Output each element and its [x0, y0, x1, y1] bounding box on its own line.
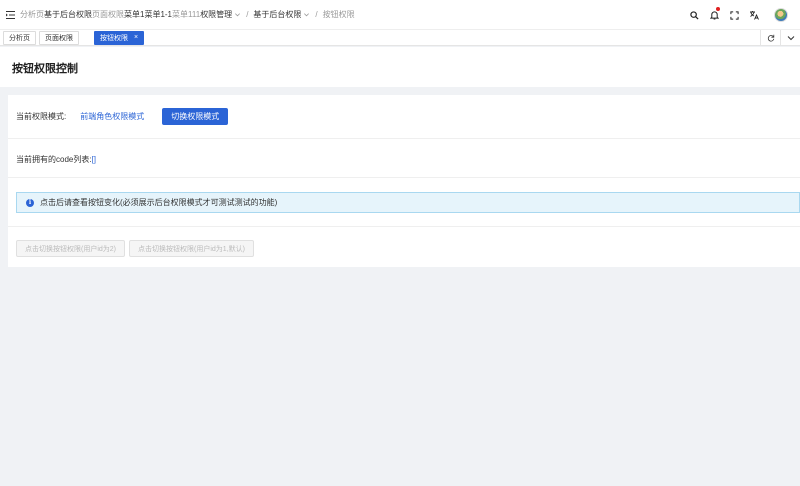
breadcrumb-item-analysis[interactable]: 分析页	[20, 9, 44, 20]
menu-fold-icon[interactable]	[0, 0, 20, 30]
divider	[8, 138, 800, 139]
fullscreen-icon[interactable]	[724, 0, 744, 30]
permission-mode-value: 前端角色权限模式	[80, 112, 145, 121]
bell-icon[interactable]	[704, 0, 724, 30]
tab-bar: 分析页 页面权限 按钮权限 ×	[0, 30, 800, 46]
info-alert: i 点击后请查看按钮变化(必须展示后台权限模式才可测试测试的功能)	[16, 192, 800, 213]
codes-row: 当前拥有的code列表: []	[16, 154, 96, 165]
header-actions	[684, 0, 788, 30]
codes-label: 当前拥有的code列表:	[16, 155, 92, 164]
close-icon[interactable]: ×	[134, 34, 138, 41]
alert-text: 点击后请查看按钮变化(必须展示后台权限模式才可测试测试的功能)	[40, 198, 278, 207]
breadcrumb-item-menu1[interactable]: 菜单1菜单1-1	[124, 9, 172, 20]
chevron-down-icon[interactable]	[780, 30, 800, 46]
permission-mode-label: 当前权限模式:	[16, 112, 67, 121]
page-header: 按钮权限控制	[0, 47, 800, 87]
notification-dot	[716, 7, 720, 11]
refresh-icon[interactable]	[760, 30, 780, 46]
chevron-down-icon	[235, 13, 241, 17]
tab-label: 按钮权限	[100, 34, 128, 42]
top-header: 分析页 基于后台权限 页面权限 菜单1菜单1-1 菜单111 权限管理 / 基于…	[0, 0, 800, 30]
switch-user-2-button[interactable]: 点击切换按钮权限(用户id为2)	[16, 240, 126, 257]
codes-value: []	[91, 155, 97, 164]
breadcrumb-item-button-permission: 按钮权限	[322, 10, 355, 19]
breadcrumb-item-page-permission[interactable]: 页面权限	[92, 9, 124, 20]
breadcrumb-item-backend-permission[interactable]: 基于后台权限	[44, 9, 92, 20]
switch-permission-mode-button[interactable]: 切换权限模式	[162, 108, 229, 125]
divider	[8, 226, 800, 227]
breadcrumb-item-backend-permission-2[interactable]: 基于后台权限	[253, 9, 310, 20]
breadcrumb-item-menu111[interactable]: 菜单111	[172, 9, 200, 20]
info-icon: i	[26, 198, 34, 207]
translate-icon[interactable]	[744, 0, 764, 30]
avatar[interactable]	[774, 8, 788, 22]
breadcrumb: 分析页 基于后台权限 页面权限 菜单1菜单1-1 菜单111 权限管理 / 基于…	[20, 9, 355, 20]
breadcrumb-item-permission-management[interactable]: 权限管理	[200, 9, 241, 20]
tab-button-permission[interactable]: 按钮权限 ×	[94, 30, 145, 45]
switch-user-1-button[interactable]: 点击切换按钮权限(用户id为1,默认)	[129, 240, 254, 257]
search-icon[interactable]	[684, 0, 704, 30]
divider	[8, 177, 800, 178]
tab-actions	[760, 30, 800, 46]
chevron-down-icon	[304, 13, 310, 17]
content-card: 当前权限模式: 前端角色权限模式 切换权限模式 当前拥有的code列表: [] …	[8, 95, 800, 267]
tab-analysis[interactable]: 分析页	[3, 30, 36, 45]
page-title: 按钮权限控制	[12, 63, 78, 75]
breadcrumb-separator: /	[246, 10, 249, 19]
permission-mode-row: 当前权限模式: 前端角色权限模式 切换权限模式	[16, 108, 229, 125]
button-row: 点击切换按钮权限(用户id为2) 点击切换按钮权限(用户id为1,默认)	[16, 240, 258, 257]
breadcrumb-separator: /	[315, 10, 318, 19]
tab-page-permission[interactable]: 页面权限	[39, 30, 79, 45]
